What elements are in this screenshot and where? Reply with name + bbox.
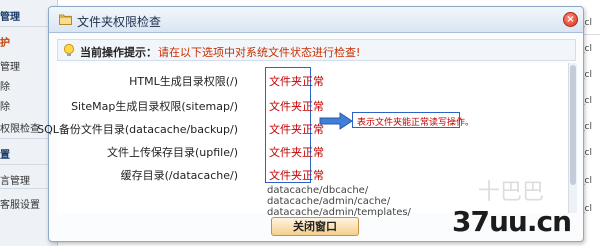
dialog-title: 文件夹权限检查 <box>77 15 162 29</box>
callout-box: 表示文件夹能正常读写操作。 <box>352 112 474 128</box>
folder-icon <box>59 14 72 25</box>
status-cache: 文件夹正常 <box>269 169 324 182</box>
watermark-faint: 十巴巴 <box>478 180 545 205</box>
row-label-upload: 文件上传保存目录(upfile/) <box>107 146 238 159</box>
watermark-brand: 37uu.cn <box>452 205 572 238</box>
tip-label: 当前操作提示： <box>80 46 157 59</box>
row-label-html: HTML生成目录权限(/) <box>129 75 238 88</box>
callout-text: 表示文件夹能正常读写操作。 <box>357 118 475 128</box>
tip-text: 请在以下选项中对系统文件状态进行检查! <box>158 46 361 59</box>
status-upload: 文件夹正常 <box>269 146 324 159</box>
row-label-cache: 缓存目录(/datacache/) <box>120 169 238 182</box>
row-label-sitemap: SiteMap生成目录权限(sitemap/) <box>71 100 238 113</box>
arrow-right-icon <box>319 112 353 130</box>
close-icon[interactable]: × <box>563 12 578 27</box>
status-sitemap: 文件夹正常 <box>269 100 324 113</box>
row-label-sql-backup: SQL备份文件目录(datacache/backup/) <box>37 123 238 136</box>
dialog-titlebar[interactable]: 文件夹权限检查 × <box>49 7 583 33</box>
path-dbcache: datacache/dbcache/ <box>267 185 369 196</box>
status-html: 文件夹正常 <box>269 75 324 88</box>
scrollbar[interactable] <box>568 63 577 213</box>
tip-bar: 当前操作提示： 请在以下选项中对系统文件状态进行检查! <box>57 39 576 61</box>
close-window-button[interactable]: 关闭窗口 <box>271 217 359 236</box>
scrollbar-thumb[interactable] <box>570 65 576 185</box>
lightbulb-icon <box>63 43 75 56</box>
status-sql-backup: 文件夹正常 <box>269 123 324 136</box>
path-admin-cache: datacache/admin/cache/ <box>267 196 391 207</box>
